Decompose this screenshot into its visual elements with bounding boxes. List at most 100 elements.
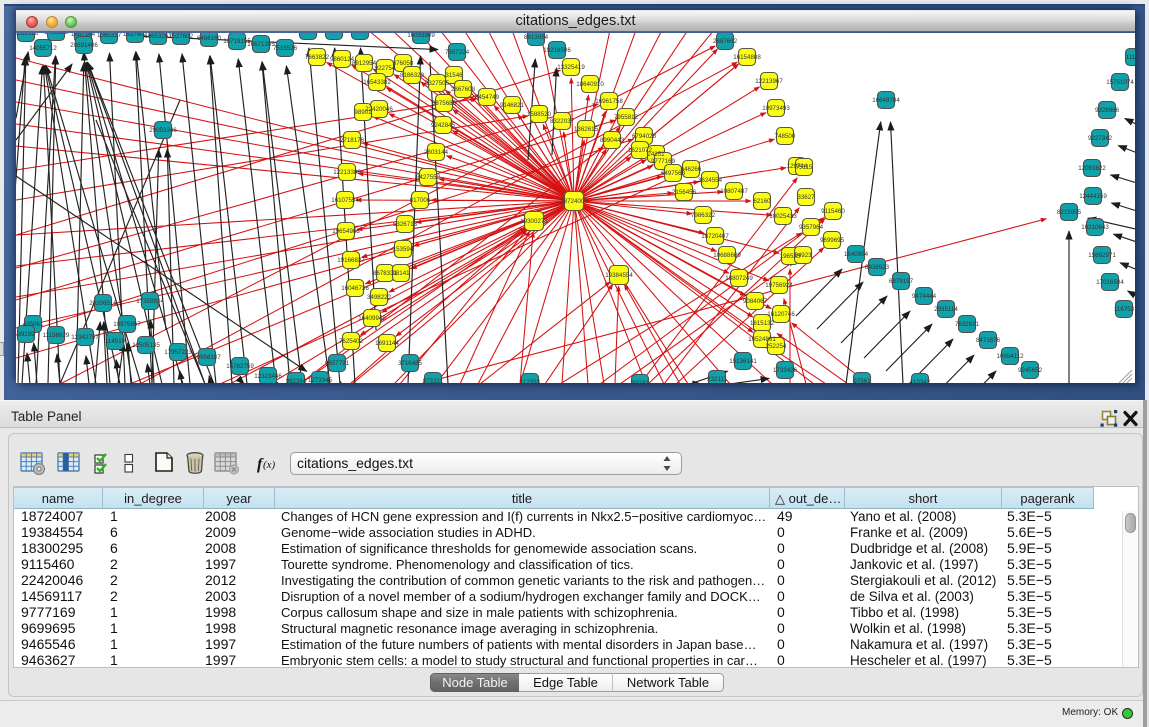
svg-text:8938923: 8938923	[865, 264, 890, 271]
svg-text:18640910: 18640910	[576, 81, 604, 88]
svg-text:7663822: 7663822	[305, 54, 330, 61]
svg-text:18807249: 18807249	[725, 275, 753, 282]
svg-text:7357224: 7357224	[445, 49, 470, 56]
svg-text:12093822: 12093822	[1078, 165, 1106, 172]
svg-text:646266: 646266	[681, 166, 702, 173]
svg-text:8215955: 8215955	[1057, 209, 1082, 216]
svg-text:1733426: 1733426	[773, 367, 798, 374]
svg-text:75115: 75115	[796, 164, 813, 171]
svg-text:9474444: 9474444	[912, 293, 937, 300]
svg-text:16409948: 16409948	[358, 315, 386, 322]
svg-text:252254: 252254	[766, 343, 787, 350]
svg-text:16524861: 16524861	[748, 336, 776, 343]
svg-text:12342757: 12342757	[71, 334, 99, 341]
svg-text:7986322: 7986322	[691, 212, 716, 219]
svg-text:94923: 94923	[794, 252, 812, 259]
svg-text:39159: 39159	[17, 331, 35, 338]
svg-text:114519: 114519	[105, 338, 126, 345]
svg-text:24351: 24351	[647, 151, 665, 158]
svg-text:1687264: 1687264	[71, 33, 96, 38]
svg-text:748500: 748500	[775, 133, 796, 140]
svg-text:12505135: 12505135	[132, 342, 160, 349]
svg-text:1273345: 1273345	[308, 377, 333, 383]
svg-text:8186323: 8186323	[400, 72, 425, 79]
svg-text:16154808: 16154808	[733, 54, 761, 61]
svg-text:1065327: 1065327	[97, 33, 122, 39]
svg-text:8912954: 8912954	[352, 60, 377, 67]
svg-text:2867608: 2867608	[451, 86, 476, 93]
svg-text:2718176: 2718176	[340, 137, 365, 144]
svg-text:12444159: 12444159	[1079, 193, 1107, 200]
svg-text:605332: 605332	[324, 33, 345, 35]
svg-text:9860124: 9860124	[330, 56, 355, 63]
svg-text:8454749: 8454749	[475, 94, 500, 101]
svg-text:(x): (x)	[263, 459, 276, 471]
svg-text:7625402: 7625402	[339, 338, 364, 345]
svg-text:3624554: 3624554	[698, 177, 723, 184]
svg-text:3498222: 3498222	[367, 294, 392, 301]
svg-text:817006: 817006	[410, 197, 431, 204]
svg-text:18724007: 18724007	[560, 198, 588, 205]
svg-text:17359934: 17359934	[136, 298, 164, 305]
svg-text:741172: 741172	[350, 33, 371, 35]
svg-text:1527602: 1527602	[169, 33, 194, 40]
svg-text:12323446: 12323446	[254, 373, 282, 380]
svg-text:33627: 33627	[797, 194, 815, 201]
svg-text:19300273: 19300273	[520, 218, 548, 225]
svg-text:9084067: 9084067	[743, 298, 768, 305]
svg-text:8471676: 8471676	[976, 337, 1001, 344]
svg-text:16961758: 16961758	[595, 98, 623, 105]
svg-text:16107554: 16107554	[331, 197, 359, 204]
svg-text:16210643: 16210643	[1081, 224, 1109, 231]
svg-text:12213389: 12213389	[333, 169, 361, 176]
svg-text:9245652: 9245652	[1018, 367, 1043, 374]
svg-text:8427552: 8427552	[416, 174, 441, 181]
svg-text:18720407: 18720407	[701, 233, 729, 240]
svg-text:19654983: 19654983	[332, 228, 360, 235]
svg-text:16033809: 16033809	[407, 33, 435, 39]
svg-text:110342: 110342	[910, 379, 931, 383]
svg-text:19384554: 19384554	[605, 272, 633, 279]
svg-text:16046736: 16046736	[341, 285, 369, 292]
svg-text:3716485: 3716485	[398, 360, 423, 367]
svg-text:1640954: 1640954	[844, 251, 869, 258]
svg-text:15136141: 15136141	[729, 358, 757, 365]
svg-text:3875685: 3875685	[432, 100, 457, 107]
svg-text:11123: 11123	[1126, 54, 1135, 61]
svg-text:9146821: 9146821	[500, 102, 525, 109]
svg-text:6879197: 6879197	[889, 278, 914, 285]
svg-text:19166827: 19166827	[337, 257, 365, 264]
svg-text:9327505: 9327505	[425, 80, 450, 87]
svg-text:9699695: 9699695	[820, 237, 845, 244]
svg-text:2156456: 2156456	[672, 189, 697, 196]
svg-text:16648784: 16648784	[872, 97, 900, 104]
svg-text:7955812: 7955812	[614, 114, 639, 121]
svg-text:16120746: 16120746	[767, 311, 795, 318]
svg-text:9357964: 9357964	[799, 224, 824, 231]
svg-text:232111: 232111	[707, 376, 727, 383]
svg-text:2687682: 2687682	[713, 38, 738, 45]
svg-text:7632621: 7632621	[955, 321, 980, 328]
svg-text:8813054: 8813054	[524, 34, 549, 41]
svg-text:6794028: 6794028	[632, 133, 657, 140]
svg-text:1588520: 1588520	[527, 111, 552, 118]
svg-text:16782759: 16782759	[226, 363, 254, 370]
svg-text:8322037: 8322037	[550, 118, 575, 125]
svg-text:153594: 153594	[393, 246, 414, 253]
svg-text:2052316: 2052316	[16, 33, 39, 37]
svg-text:17957223: 17957223	[164, 349, 192, 356]
svg-text:2935114: 2935114	[934, 306, 958, 313]
svg-text:9777169: 9777169	[651, 158, 676, 165]
svg-text:10975867: 10975867	[113, 321, 141, 328]
svg-text:376058: 376058	[393, 60, 414, 67]
svg-text:20206516: 20206516	[89, 300, 117, 307]
svg-text:97561: 97561	[853, 378, 871, 383]
svg-text:10958107: 10958107	[193, 354, 221, 361]
svg-text:9227342: 9227342	[1088, 135, 1113, 142]
svg-text:12213967: 12213967	[755, 78, 783, 85]
svg-text:1362615: 1362615	[574, 126, 599, 133]
svg-text:29053346: 29053346	[149, 127, 177, 134]
svg-text:10654112: 10654112	[996, 353, 1024, 360]
svg-text:2803144: 2803144	[424, 149, 449, 156]
svg-text:15692971: 15692971	[1088, 252, 1116, 259]
